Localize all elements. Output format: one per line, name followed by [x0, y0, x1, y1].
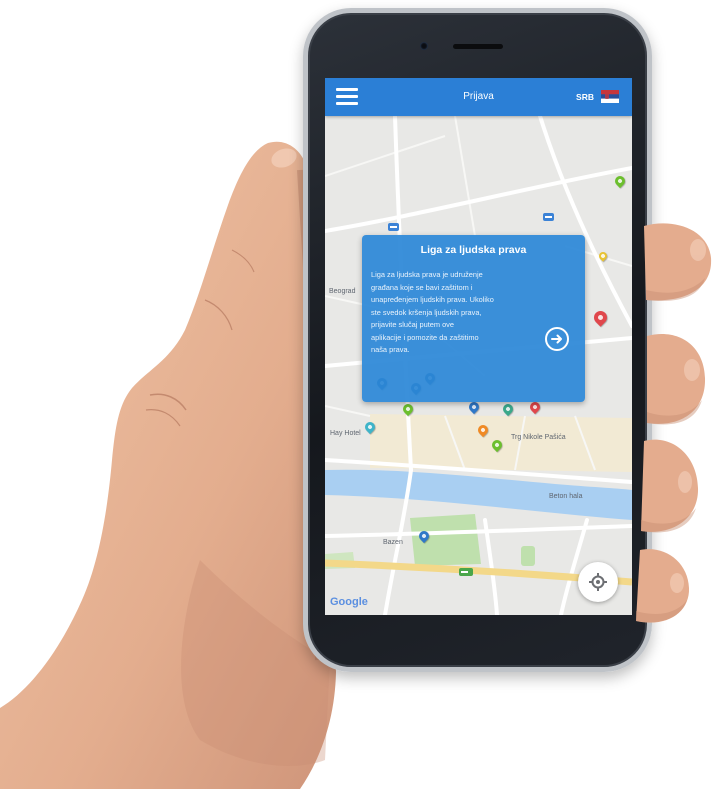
smartphone: Prijava SRB Beograd Hay Hotel Trg Nikole…	[303, 8, 652, 672]
hamburger-bar	[336, 102, 358, 105]
map-label-riverbank: Beton hala	[549, 493, 583, 500]
map-label-pool: Bazen	[383, 539, 403, 546]
map-label-square: Trg Nikole Pašića	[511, 434, 566, 441]
crosshair-icon	[589, 573, 607, 591]
dialog-title: Liga za ljudska prava	[420, 244, 527, 256]
info-dialog: Liga za ljudska prava Liga za ljudska pr…	[362, 235, 585, 402]
dialog-body-line: građana koje se bavi zaštitom i	[371, 282, 473, 292]
earpiece-speaker	[453, 44, 503, 49]
arrow-right-icon	[551, 334, 562, 344]
my-location-button[interactable]	[578, 562, 618, 602]
map-label-hotel: Hay Hotel	[330, 430, 361, 437]
next-button[interactable]	[545, 327, 569, 351]
phone-screen: Prijava SRB Beograd Hay Hotel Trg Nikole…	[325, 78, 632, 615]
dialog-body-line: Liga za ljudska prava je udruženje	[371, 270, 483, 279]
flag-icon[interactable]	[601, 90, 619, 103]
transit-icon[interactable]	[543, 213, 554, 221]
photo-scene: Prijava SRB Beograd Hay Hotel Trg Nikole…	[0, 0, 715, 789]
dialog-body: Liga za ljudska prava je udruženje građa…	[371, 269, 541, 357]
google-attribution: Google	[330, 596, 368, 608]
dialog-body-line: prijavite slučaj putem ove	[371, 320, 454, 329]
transit-icon[interactable]	[388, 223, 399, 231]
dialog-body-line: naša prava.	[371, 345, 410, 354]
dialog-body-line: aplikacije i pomozite da zaštitimo	[371, 332, 479, 342]
map-label-city: Beograd	[329, 288, 356, 295]
hamburger-bar	[336, 88, 358, 91]
dialog-body-line: ste svedok kršenja ljudskih prava,	[371, 307, 482, 317]
app-title: Prijava	[463, 91, 494, 102]
app-bar: Prijava SRB	[325, 78, 632, 116]
map-view[interactable]: Beograd Hay Hotel Trg Nikole Pašića Beto…	[325, 116, 632, 615]
hamburger-bar	[336, 95, 358, 98]
front-camera	[420, 42, 428, 50]
park	[521, 546, 535, 566]
hamburger-icon[interactable]	[336, 88, 358, 106]
dialog-body-line: unapređenjem ljudskih prava. Ukoliko	[371, 295, 494, 304]
transit-icon[interactable]	[459, 568, 473, 576]
language-switch[interactable]: SRB	[576, 92, 594, 102]
